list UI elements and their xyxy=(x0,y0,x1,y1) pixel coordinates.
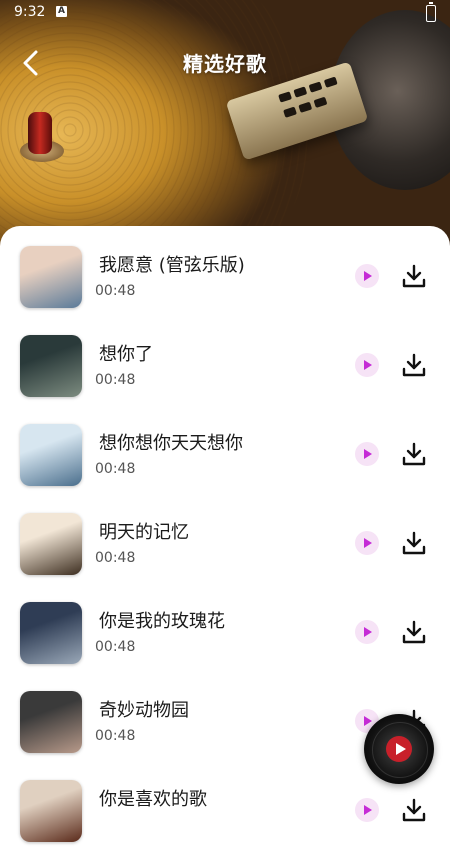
play-button[interactable] xyxy=(355,798,379,822)
floating-player-button[interactable] xyxy=(364,714,434,784)
play-button[interactable] xyxy=(355,264,379,288)
hero-banner xyxy=(0,0,450,250)
download-button[interactable] xyxy=(401,619,427,645)
song-title: 明天的记忆 xyxy=(99,522,189,543)
play-icon xyxy=(386,736,412,762)
album-cover xyxy=(20,691,82,753)
status-time: 9:32 xyxy=(14,4,46,20)
album-cover xyxy=(20,513,82,575)
song-duration: 00:48 xyxy=(95,283,136,299)
download-icon xyxy=(402,442,426,466)
play-button[interactable] xyxy=(355,531,379,555)
song-title: 想你了 xyxy=(99,344,153,365)
play-button[interactable] xyxy=(355,353,379,377)
song-duration: 00:48 xyxy=(95,639,136,655)
song-row[interactable]: 明天的记忆 00:48 xyxy=(0,493,450,582)
album-cover xyxy=(20,602,82,664)
page-title: 精选好歌 xyxy=(183,52,267,76)
song-duration: 00:48 xyxy=(95,728,136,744)
song-row[interactable]: 想你了 00:48 xyxy=(0,315,450,404)
song-row[interactable]: 我愿意 (管弦乐版) 00:48 xyxy=(0,226,450,315)
song-duration: 00:48 xyxy=(95,461,136,477)
album-cover xyxy=(20,780,82,842)
play-button[interactable] xyxy=(355,442,379,466)
song-row[interactable]: 想你想你天天想你 00:48 xyxy=(0,404,450,493)
status-bar: 9:32 A xyxy=(0,0,450,26)
song-duration: 00:48 xyxy=(95,550,136,566)
nav-bar: 精选好歌 xyxy=(0,40,450,84)
song-title: 我愿意 (管弦乐版) xyxy=(99,255,245,276)
album-cover xyxy=(20,424,82,486)
play-button[interactable] xyxy=(355,620,379,644)
album-cover xyxy=(20,246,82,308)
download-icon xyxy=(402,264,426,288)
download-icon xyxy=(402,531,426,555)
song-title: 想你想你天天想你 xyxy=(99,433,243,454)
spindle xyxy=(28,112,52,154)
chevron-left-icon xyxy=(23,50,38,76)
download-button[interactable] xyxy=(401,441,427,467)
back-button[interactable] xyxy=(14,48,48,78)
album-cover xyxy=(20,335,82,397)
song-title: 你是喜欢的歌 xyxy=(99,789,207,810)
download-icon xyxy=(402,620,426,644)
notification-icon: A xyxy=(56,6,67,17)
song-title: 奇妙动物园 xyxy=(99,700,189,721)
battery-icon xyxy=(426,2,436,22)
song-duration: 00:48 xyxy=(95,372,136,388)
download-button[interactable] xyxy=(401,530,427,556)
song-row[interactable]: 你是我的玫瑰花 00:48 xyxy=(0,582,450,671)
download-button[interactable] xyxy=(401,352,427,378)
download-icon xyxy=(402,353,426,377)
download-button[interactable] xyxy=(401,263,427,289)
song-title: 你是我的玫瑰花 xyxy=(99,611,225,632)
